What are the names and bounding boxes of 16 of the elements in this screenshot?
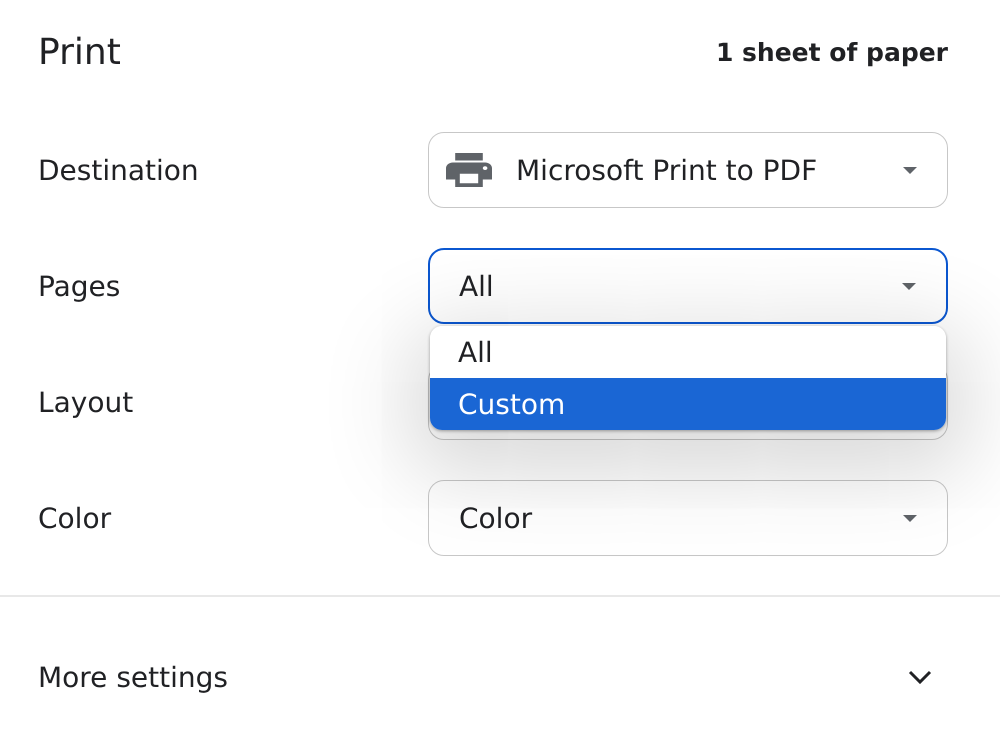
printer-icon <box>446 153 492 187</box>
setting-label: Layout <box>38 386 134 418</box>
menu-option[interactable]: Custom <box>430 378 946 430</box>
menu-option[interactable]: All <box>430 326 946 378</box>
caret-icon <box>903 514 917 522</box>
more-settings-toggle[interactable]: More settings <box>38 637 950 717</box>
dropdown-select[interactable]: Microsoft Print to PDF <box>428 132 948 208</box>
caret-icon <box>903 166 917 174</box>
setting-label: Color <box>38 502 112 534</box>
dialog-title: Print <box>38 32 121 72</box>
setting-label: Pages <box>38 270 122 302</box>
sheet-count: 1 sheet of paper <box>716 38 949 66</box>
dropdown-select[interactable]: Color <box>428 480 948 556</box>
caret-icon <box>902 282 916 290</box>
setting-label: Destination <box>38 154 200 186</box>
dropdown-select[interactable]: All <box>428 248 948 324</box>
